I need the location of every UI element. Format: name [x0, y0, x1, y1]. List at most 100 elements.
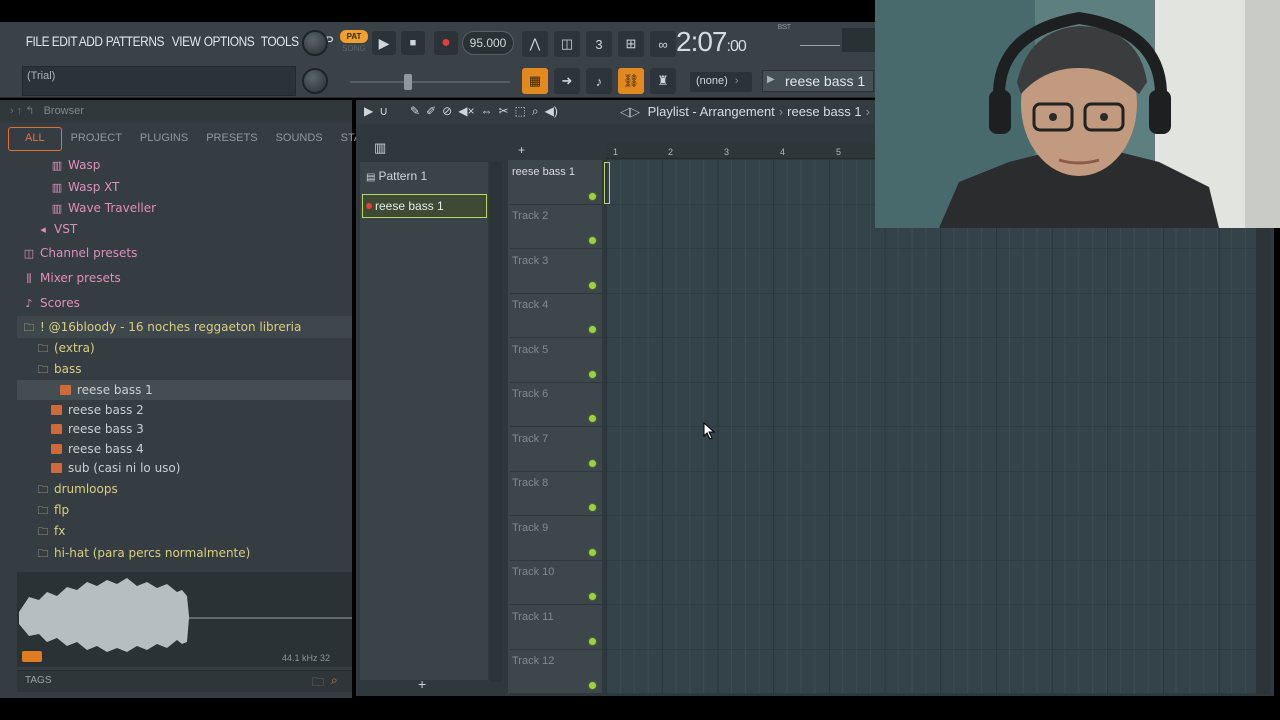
snap-selector[interactable]: (none) ›: [690, 72, 752, 92]
track-header[interactable]: reese bass 1: [510, 160, 602, 205]
pattern-selector[interactable]: ▶ reese bass 1: [762, 70, 874, 92]
countdown-icon[interactable]: 3: [586, 31, 612, 57]
track-mute-led[interactable]: [589, 237, 596, 244]
list-item[interactable]: ▥ Wave Traveller: [50, 198, 156, 218]
list-item[interactable]: reese bass 4: [51, 439, 144, 459]
select-icon[interactable]: ⬚: [515, 104, 526, 119]
list-item[interactable]: sub (casi ni lo uso): [51, 458, 180, 478]
piano-roll-icon[interactable]: ▥: [374, 140, 386, 156]
delete-icon[interactable]: ⊘: [442, 104, 452, 119]
track-header[interactable]: Track 2: [510, 204, 602, 249]
pattern-item-selected[interactable]: reese bass 1: [362, 194, 487, 218]
tab-project[interactable]: PROJECT: [62, 127, 131, 151]
main-volume-knob[interactable]: [302, 30, 328, 56]
track-mute-led[interactable]: [589, 371, 596, 378]
tab-all[interactable]: ALL: [8, 127, 62, 151]
nav-arrows-icon[interactable]: › ↑ ↰: [10, 105, 35, 117]
menu-options[interactable]: OPTIONS: [202, 33, 256, 55]
bell-icon[interactable]: ♜: [650, 68, 676, 94]
menu-arrow-icon[interactable]: ▶: [364, 104, 373, 119]
magnet-icon[interactable]: ∪: [379, 104, 388, 119]
arrow-icon[interactable]: ➜: [554, 68, 580, 94]
loop-record-icon[interactable]: ∞: [650, 31, 676, 57]
menu-patterns[interactable]: PATTERNS: [104, 33, 166, 55]
pattern-scrollbar[interactable]: [490, 162, 502, 682]
list-item[interactable]: reese bass 3: [51, 419, 144, 439]
menu-tools[interactable]: TOOLS: [259, 33, 300, 55]
track-header[interactable]: Track 8: [510, 471, 602, 516]
track-mute-led[interactable]: [589, 415, 596, 422]
step-edit-icon[interactable]: ⊞: [618, 31, 644, 57]
pencil-icon[interactable]: ✎: [410, 104, 420, 119]
list-item[interactable]: ♪ Scores: [22, 293, 79, 313]
paint-icon[interactable]: ✐: [426, 104, 436, 119]
track-mute-led[interactable]: [589, 504, 596, 511]
list-item[interactable]: ▥ Wasp XT: [50, 177, 120, 197]
menu-view[interactable]: VIEW: [170, 33, 202, 55]
track-header[interactable]: Track 12: [510, 649, 602, 694]
list-item[interactable]: ▥ Wasp: [50, 155, 101, 175]
tab-sounds[interactable]: SOUNDS: [267, 127, 332, 151]
list-item[interactable]: ⫼ Mixer presets: [22, 268, 120, 288]
list-item[interactable]: 🗀 flp: [36, 500, 70, 520]
pat-song-toggle[interactable]: PAT SONG: [340, 30, 370, 58]
folder-icon[interactable]: 🗀: [312, 673, 324, 694]
list-item[interactable]: 🗀! @16bloody - 16 noches reggaeton libre…: [22, 317, 302, 337]
preview-play-button[interactable]: [22, 651, 42, 662]
track-mute-led[interactable]: [589, 682, 596, 689]
menu-add[interactable]: ADD: [77, 33, 104, 55]
slice-icon[interactable]: ✂: [498, 104, 508, 119]
list-item[interactable]: 🗀 (extra): [36, 338, 95, 358]
list-item[interactable]: 🗀 drumloops: [36, 479, 118, 499]
list-item[interactable]: 🗀 hi-hat (para percs normalmente): [36, 543, 251, 563]
metronome-icon[interactable]: ⋀: [522, 31, 548, 57]
playlist-scrollbar[interactable]: [1256, 160, 1270, 694]
mute-icon[interactable]: ◀×: [458, 104, 474, 119]
track-header[interactable]: Track 11: [510, 605, 602, 650]
note-icon[interactable]: ♪: [586, 68, 612, 94]
play-button[interactable]: ▶: [372, 31, 396, 55]
menu-file[interactable]: FILE: [24, 33, 51, 55]
typing-keyboard-icon[interactable]: ▦: [522, 68, 548, 94]
list-item[interactable]: ◫ Channel presets: [22, 243, 138, 263]
track-header[interactable]: Track 7: [510, 427, 602, 472]
master-pitch-knob[interactable]: [302, 68, 328, 94]
pitch-slider-handle[interactable]: [404, 74, 412, 90]
tags-label: TAGS: [25, 675, 52, 686]
link-icon[interactable]: ⛓: [618, 68, 644, 94]
wait-input-icon[interactable]: ◫: [554, 31, 580, 57]
track-header[interactable]: Track 3: [510, 249, 602, 294]
track-header[interactable]: Track 4: [510, 293, 602, 338]
menu-edit[interactable]: EDIT: [50, 33, 79, 55]
track-mute-led[interactable]: [589, 593, 596, 600]
list-item[interactable]: reese bass 2: [51, 400, 144, 420]
playhead-marker[interactable]: [604, 162, 610, 204]
track-header[interactable]: Track 5: [510, 338, 602, 383]
zoom-icon[interactable]: ⌕: [532, 104, 539, 119]
list-item[interactable]: 🗀 fx: [36, 521, 66, 541]
track-header[interactable]: Track 10: [510, 560, 602, 605]
list-item[interactable]: 🗀 bass: [36, 359, 82, 379]
slip-icon[interactable]: ⇔: [480, 104, 492, 119]
speaker-icon[interactable]: ◀): [545, 104, 558, 119]
add-pattern-button[interactable]: +: [418, 676, 426, 692]
record-button[interactable]: ●: [434, 31, 458, 55]
stop-button[interactable]: ■: [401, 31, 425, 55]
track-mute-led[interactable]: [589, 638, 596, 645]
tab-plugins[interactable]: PLUGINS: [131, 127, 197, 151]
track-mute-led[interactable]: [589, 460, 596, 467]
tab-presets[interactable]: PRESETS: [197, 127, 266, 151]
track-mute-led[interactable]: [589, 193, 596, 200]
track-mute-led[interactable]: [589, 326, 596, 333]
add-track-button[interactable]: +: [518, 143, 525, 157]
chevron-right-icon: ›: [734, 75, 739, 87]
pattern-item[interactable]: ▤ Pattern 1: [362, 168, 486, 186]
track-mute-led[interactable]: [589, 282, 596, 289]
list-item[interactable]: ◂ VST: [36, 219, 77, 239]
list-item[interactable]: reese bass 1: [60, 380, 153, 400]
search-icon[interactable]: ⌕: [331, 673, 338, 688]
tempo-display[interactable]: 95.000: [462, 31, 514, 55]
track-header[interactable]: Track 6: [510, 382, 602, 427]
track-mute-led[interactable]: [589, 549, 596, 556]
track-header[interactable]: Track 9: [510, 516, 602, 561]
